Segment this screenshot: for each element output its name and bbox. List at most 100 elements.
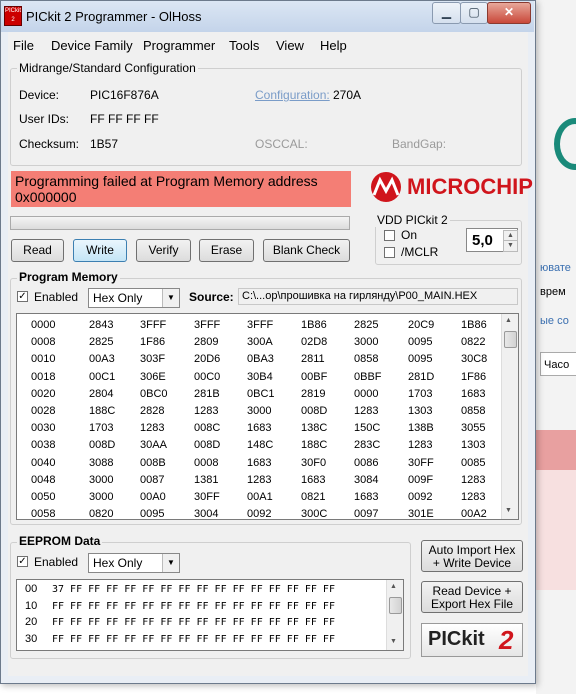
memory-word[interactable]: 00BF [301,371,327,383]
memory-word[interactable]: 3000 [247,405,271,417]
memory-word[interactable]: 30F0 [301,457,326,469]
memory-word[interactable]: 3FFF [194,319,220,331]
minimize-button[interactable]: ▁ [432,2,461,24]
memory-word[interactable]: 3000 [89,491,113,503]
program-memory-scrollbar[interactable]: ▲ ▼ [501,314,518,519]
memory-word[interactable]: 1283 [194,405,218,417]
scroll-down-icon[interactable]: ▼ [505,507,512,514]
read-button[interactable]: Read [11,239,64,262]
eeprom-bytes[interactable]: FF FF FF FF FF FF FF FF FF FF FF FF FF F… [52,617,335,628]
memory-word[interactable]: 1F86 [140,336,165,348]
configuration-link[interactable]: Configuration: [255,88,330,102]
memory-word[interactable]: 3088 [89,457,113,469]
memory-word[interactable]: 30FF [194,491,220,503]
program-memory-format-select[interactable]: Hex Only ▼ [88,288,180,308]
read-export-button[interactable]: Read Device + Export Hex File [421,581,523,613]
memory-word[interactable]: 30C8 [461,353,487,365]
voltage-spinner[interactable]: 5,0 ▲ ▼ [466,228,518,252]
memory-word[interactable]: 3FFF [247,319,273,331]
memory-word[interactable]: 3000 [89,474,113,486]
memory-word[interactable]: 2825 [354,319,378,331]
memory-word[interactable]: 0858 [354,353,378,365]
memory-word[interactable]: 0858 [461,405,485,417]
memory-word[interactable]: 138C [301,422,327,434]
program-memory-grid[interactable]: 0000 2843 3FFF 3FFF 3FFF 1B86 2825 20C9 1B86 0008… [16,313,519,520]
memory-word[interactable]: 2843 [89,319,113,331]
menu-device-family[interactable]: Device Family [51,38,133,53]
memory-word[interactable]: 1683 [247,422,271,434]
auto-import-write-button[interactable]: Auto Import Hex + Write Device [421,540,523,572]
memory-word[interactable]: 009F [408,474,433,486]
memory-word[interactable]: 20D6 [194,353,220,365]
memory-word[interactable]: 1381 [194,474,218,486]
memory-word[interactable]: 1283 [461,491,485,503]
memory-word[interactable]: 1303 [408,405,432,417]
blank-check-button[interactable]: Blank Check [263,239,350,262]
eeprom-bytes[interactable]: 37 FF FF FF FF FF FF FF FF FF FF FF FF F… [52,584,335,595]
memory-word[interactable]: 0086 [354,457,378,469]
scroll-thumb[interactable] [504,331,517,348]
memory-word[interactable]: 008B [140,457,166,469]
memory-word[interactable]: 0BA3 [247,353,274,365]
memory-word[interactable]: 2828 [140,405,164,417]
memory-word[interactable]: 0821 [301,491,325,503]
memory-word[interactable]: 0BC1 [247,388,275,400]
memory-word[interactable]: 283C [354,439,380,451]
eeprom-enabled-checkbox[interactable]: ✓ [17,556,28,567]
memory-word[interactable]: 3000 [354,336,378,348]
memory-word[interactable]: 2811 [301,353,325,365]
memory-word[interactable]: 1283 [247,474,271,486]
memory-word[interactable]: 008D [301,405,327,417]
memory-word[interactable]: 1F86 [461,371,486,383]
memory-word[interactable]: 0000 [354,388,378,400]
memory-word[interactable]: 0087 [140,474,164,486]
memory-word[interactable]: 1283 [461,474,485,486]
memory-word[interactable]: 0BBF [354,371,382,383]
scroll-up-icon[interactable]: ▲ [390,583,397,590]
memory-word[interactable]: 02D8 [301,336,327,348]
memory-word[interactable]: 008C [194,422,220,434]
memory-word[interactable]: 0BC0 [140,388,168,400]
memory-word[interactable]: 30B4 [247,371,273,383]
memory-word[interactable]: 281D [408,371,434,383]
memory-word[interactable]: 2825 [89,336,113,348]
memory-word[interactable]: 00C1 [89,371,115,383]
spin-down-icon[interactable]: ▼ [503,240,518,252]
erase-button[interactable]: Erase [199,239,254,262]
memory-word[interactable]: 30AA [140,439,167,451]
memory-word[interactable]: 1683 [354,491,378,503]
memory-word[interactable]: 3084 [354,474,378,486]
menu-file[interactable]: File [13,38,34,53]
eeprom-grid[interactable]: 00 37 FF FF FF FF FF FF FF FF FF FF FF FF… [16,579,404,651]
verify-button[interactable]: Verify [136,239,191,262]
memory-word[interactable]: 1703 [408,388,432,400]
vdd-on-checkbox[interactable] [384,230,395,241]
memory-word[interactable]: 138B [408,422,434,434]
background-combo[interactable]: Часо [540,352,576,376]
memory-word[interactable]: 0095 [408,336,432,348]
memory-word[interactable]: 0095 [408,353,432,365]
memory-word[interactable]: 0820 [89,508,113,520]
memory-word[interactable]: 1683 [301,474,325,486]
eeprom-scrollbar[interactable]: ▲ ▼ [386,580,403,650]
memory-word[interactable]: 300A [247,336,273,348]
memory-word[interactable]: 1303 [461,439,485,451]
memory-word[interactable]: 300C [301,508,327,520]
memory-word[interactable]: 150C [354,422,380,434]
memory-word[interactable]: 0092 [247,508,271,520]
memory-word[interactable]: 2804 [89,388,113,400]
memory-word[interactable]: 2809 [194,336,218,348]
memory-word[interactable]: 3FFF [140,319,166,331]
memory-word[interactable]: 0095 [140,508,164,520]
memory-word[interactable]: 00A2 [461,508,487,520]
memory-word[interactable]: 00A1 [247,491,273,503]
menu-help[interactable]: Help [320,38,347,53]
memory-word[interactable]: 20C9 [408,319,434,331]
memory-word[interactable]: 188C [89,405,115,417]
memory-word[interactable]: 0092 [408,491,432,503]
memory-word[interactable]: 1283 [408,439,432,451]
close-button[interactable]: ✕ [487,2,531,24]
memory-word[interactable]: 1683 [247,457,271,469]
memory-word[interactable]: 1B86 [461,319,487,331]
memory-word[interactable]: 1683 [461,388,485,400]
